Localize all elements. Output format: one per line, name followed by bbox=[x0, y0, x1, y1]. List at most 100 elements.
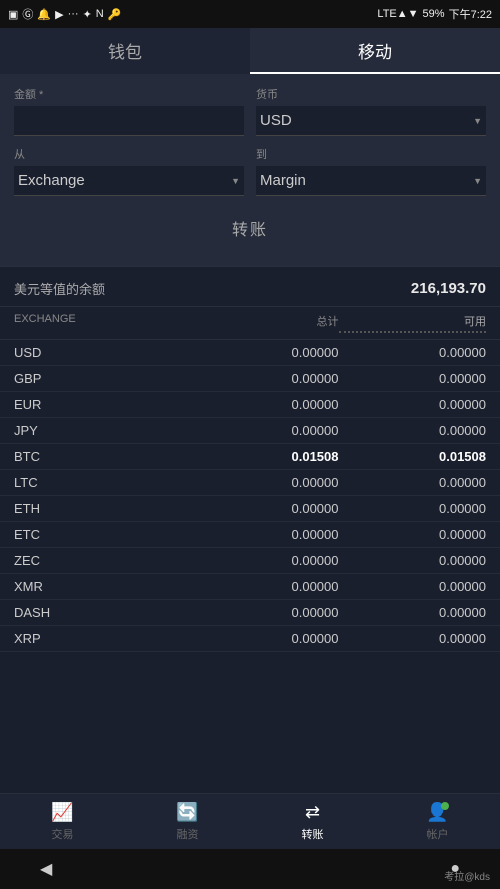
table-row: ZEC0.000000.00000 bbox=[0, 548, 500, 574]
table-row: LTC0.000000.00000 bbox=[0, 470, 500, 496]
from-to-row: 从 Exchange 到 Margin bbox=[14, 146, 486, 196]
table-row: ETH0.000000.00000 bbox=[0, 496, 500, 522]
cell-currency: ZEC bbox=[14, 553, 191, 568]
amount-group: 金额 * bbox=[14, 86, 244, 136]
table-row: BTC0.015080.01508 bbox=[0, 444, 500, 470]
account-label: 帐户 bbox=[427, 826, 449, 842]
currency-select[interactable]: USD bbox=[256, 106, 486, 136]
status-bar: ▣ Ⓖ 🔔 ▶ ··· ✦ N 🔑 LTE▲▼ 59% 下午7:22 bbox=[0, 0, 500, 28]
top-tabs: 钱包 移动 bbox=[0, 28, 500, 74]
nav-transfer[interactable]: ⇄ 转账 bbox=[250, 794, 375, 849]
cell-currency: LTC bbox=[14, 475, 191, 490]
account-icon: 👤 bbox=[426, 802, 448, 823]
amount-currency-row: 金额 * 货币 USD bbox=[14, 86, 486, 136]
system-bar: ◀ ● 考拉@kds bbox=[0, 849, 500, 889]
cell-currency: GBP bbox=[14, 371, 191, 386]
cell-total: 0.00000 bbox=[191, 553, 339, 568]
cell-available: 0.00000 bbox=[339, 605, 487, 620]
from-group: 从 Exchange bbox=[14, 146, 244, 196]
from-label: 从 bbox=[14, 146, 244, 162]
brand-label: 考拉@kds bbox=[444, 868, 490, 883]
cell-total: 0.00000 bbox=[191, 371, 339, 386]
cell-total: 0.00000 bbox=[191, 501, 339, 516]
status-right-info: LTE▲▼ 59% 下午7:22 bbox=[377, 6, 492, 22]
table-row: XMR0.000000.00000 bbox=[0, 574, 500, 600]
trade-icon: 📈 bbox=[51, 802, 73, 823]
from-select[interactable]: Exchange bbox=[14, 166, 244, 196]
cell-available: 0.01508 bbox=[339, 449, 487, 464]
to-group: 到 Margin bbox=[256, 146, 486, 196]
table-body: USD0.000000.00000GBP0.000000.00000EUR0.0… bbox=[0, 340, 500, 652]
cell-available: 0.00000 bbox=[339, 345, 487, 360]
cell-available: 0.00000 bbox=[339, 475, 487, 490]
cell-currency: ETC bbox=[14, 527, 191, 542]
header-total: 总计 bbox=[191, 313, 339, 333]
tab-mobile[interactable]: 移动 bbox=[250, 28, 500, 74]
fund-icon: 🔄 bbox=[176, 802, 198, 823]
cell-available: 0.00000 bbox=[339, 527, 487, 542]
balance-label: 美元等值的余额 bbox=[14, 279, 105, 298]
nav-fund[interactable]: 🔄 融资 bbox=[125, 794, 250, 849]
cell-currency: XMR bbox=[14, 579, 191, 594]
transfer-label: 转账 bbox=[302, 826, 324, 842]
to-select-wrapper: Margin bbox=[256, 166, 486, 196]
table-header: EXCHANGE 总计 可用 bbox=[0, 307, 500, 340]
cell-available: 0.00000 bbox=[339, 553, 487, 568]
icon-g: Ⓖ bbox=[22, 6, 33, 22]
transfer-form: 金额 * 货币 USD 从 Exchange bbox=[0, 74, 500, 266]
main-content: 金额 * 货币 USD 从 Exchange bbox=[0, 74, 500, 793]
nav-account[interactable]: 👤 帐户 bbox=[375, 794, 500, 849]
balance-section: 美元等值的余额 216,193.70 bbox=[0, 266, 500, 307]
currency-table: EXCHANGE 总计 可用 USD0.000000.00000GBP0.000… bbox=[0, 307, 500, 652]
cell-currency: JPY bbox=[14, 423, 191, 438]
cell-total: 0.00000 bbox=[191, 527, 339, 542]
transfer-btn-row: 转账 bbox=[14, 206, 486, 250]
cell-total: 0.00000 bbox=[191, 423, 339, 438]
cell-currency: BTC bbox=[14, 449, 191, 464]
back-button[interactable]: ◀ bbox=[40, 859, 52, 879]
cell-total: 0.00000 bbox=[191, 605, 339, 620]
balance-value: 216,193.70 bbox=[411, 280, 486, 297]
time-display: 下午7:22 bbox=[449, 6, 492, 22]
icon-play: ▶ bbox=[55, 8, 63, 21]
fund-label: 融资 bbox=[177, 826, 199, 842]
cell-total: 0.01508 bbox=[191, 449, 339, 464]
header-exchange: EXCHANGE bbox=[14, 313, 191, 333]
cell-available: 0.00000 bbox=[339, 371, 487, 386]
table-row: ETC0.000000.00000 bbox=[0, 522, 500, 548]
icon-square: ▣ bbox=[8, 8, 18, 21]
amount-label: 金额 * bbox=[14, 86, 244, 102]
to-select[interactable]: Margin bbox=[256, 166, 486, 196]
cell-currency: USD bbox=[14, 345, 191, 360]
transfer-icon: ⇄ bbox=[305, 802, 320, 823]
currency-select-wrapper: USD bbox=[256, 106, 486, 136]
table-row: XRP0.000000.00000 bbox=[0, 626, 500, 652]
tab-wallet[interactable]: 钱包 bbox=[0, 28, 250, 74]
table-row: GBP0.000000.00000 bbox=[0, 366, 500, 392]
account-online-dot bbox=[441, 802, 449, 810]
table-row: JPY0.000000.00000 bbox=[0, 418, 500, 444]
amount-input[interactable] bbox=[14, 106, 244, 136]
transfer-button[interactable]: 转账 bbox=[172, 206, 328, 250]
signal-icon: LTE▲▼ bbox=[377, 8, 418, 20]
bottom-nav: 📈 交易 🔄 融资 ⇄ 转账 👤 帐户 bbox=[0, 793, 500, 849]
to-label: 到 bbox=[256, 146, 486, 162]
cell-available: 0.00000 bbox=[339, 423, 487, 438]
currency-label: 货币 bbox=[256, 86, 486, 102]
cell-total: 0.00000 bbox=[191, 475, 339, 490]
cell-total: 0.00000 bbox=[191, 345, 339, 360]
cell-currency: EUR bbox=[14, 397, 191, 412]
cell-available: 0.00000 bbox=[339, 501, 487, 516]
table-row: EUR0.000000.00000 bbox=[0, 392, 500, 418]
battery-indicator: 59% bbox=[423, 8, 445, 20]
icon-bell: 🔔 bbox=[37, 8, 51, 21]
cell-available: 0.00000 bbox=[339, 579, 487, 594]
currency-group: 货币 USD bbox=[256, 86, 486, 136]
trade-label: 交易 bbox=[52, 826, 74, 842]
table-row: DASH0.000000.00000 bbox=[0, 600, 500, 626]
table-row: USD0.000000.00000 bbox=[0, 340, 500, 366]
icon-nfc: N bbox=[96, 8, 104, 20]
nav-trade[interactable]: 📈 交易 bbox=[0, 794, 125, 849]
status-left-icons: ▣ Ⓖ 🔔 ▶ ··· ✦ N 🔑 bbox=[8, 6, 121, 22]
cell-available: 0.00000 bbox=[339, 631, 487, 646]
